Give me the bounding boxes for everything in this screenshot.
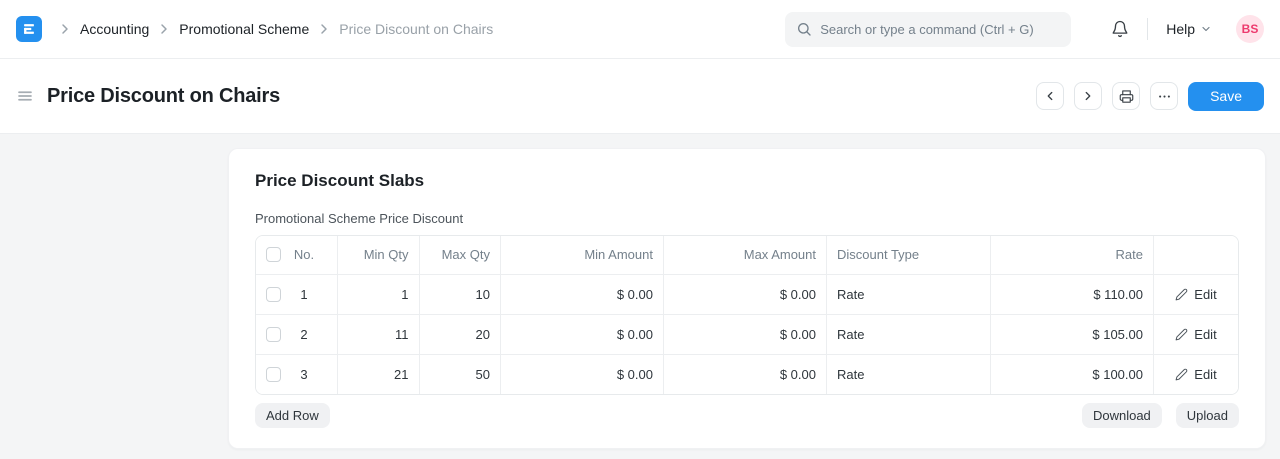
chevron-right-icon bbox=[1081, 89, 1095, 103]
cell-rate[interactable]: $ 100.00 bbox=[990, 354, 1153, 394]
row-index: 2 bbox=[281, 327, 327, 342]
breadcrumb: Accounting Promotional Scheme Price Disc… bbox=[50, 21, 493, 37]
cell-discount-type[interactable]: Rate bbox=[827, 274, 991, 314]
cell-rate[interactable]: $ 105.00 bbox=[990, 314, 1153, 354]
user-avatar[interactable]: BS bbox=[1236, 15, 1264, 43]
cell-min-amount[interactable]: $ 0.00 bbox=[501, 354, 664, 394]
column-header-max-qty: Max Qty bbox=[419, 236, 501, 274]
grid-footer: Add Row Download Upload bbox=[255, 403, 1239, 428]
bell-icon bbox=[1111, 20, 1129, 38]
more-options-button[interactable] bbox=[1150, 82, 1178, 110]
table-row: 1 1 10 $ 0.00 $ 0.00 Rate $ 110.00 bbox=[256, 274, 1238, 314]
cell-discount-type[interactable]: Rate bbox=[827, 354, 991, 394]
column-header-max-amount: Max Amount bbox=[664, 236, 827, 274]
add-row-button[interactable]: Add Row bbox=[255, 403, 330, 428]
save-button[interactable]: Save bbox=[1188, 82, 1264, 111]
price-discount-grid: No. Min Qty Max Qty Min Amount Max Amoun… bbox=[255, 235, 1239, 395]
cell-min-qty[interactable]: 1 bbox=[338, 274, 420, 314]
row-index: 3 bbox=[281, 367, 327, 382]
page-content: Price Discount Slabs Promotional Scheme … bbox=[0, 134, 1280, 449]
help-label: Help bbox=[1166, 21, 1195, 37]
search-input[interactable] bbox=[820, 22, 1060, 37]
cell-max-amount[interactable]: $ 0.00 bbox=[664, 354, 827, 394]
cell-min-amount[interactable]: $ 0.00 bbox=[501, 274, 664, 314]
page-header-actions: Save bbox=[1036, 82, 1264, 111]
chevron-left-icon bbox=[1043, 89, 1057, 103]
printer-icon bbox=[1119, 89, 1134, 104]
column-header-no: No. bbox=[281, 247, 327, 262]
edit-row-button[interactable]: Edit bbox=[1171, 325, 1220, 344]
download-button[interactable]: Download bbox=[1082, 403, 1162, 428]
upload-button[interactable]: Upload bbox=[1176, 403, 1239, 428]
section-title: Price Discount Slabs bbox=[255, 171, 1239, 191]
chevron-down-icon bbox=[1200, 23, 1212, 35]
row-checkbox[interactable] bbox=[266, 287, 281, 302]
print-button[interactable] bbox=[1112, 82, 1140, 110]
menu-icon bbox=[16, 87, 34, 105]
top-navbar: Accounting Promotional Scheme Price Disc… bbox=[0, 0, 1280, 59]
pencil-icon bbox=[1175, 288, 1188, 301]
page-header: Price Discount on Chairs Save bbox=[0, 59, 1280, 134]
row-index: 1 bbox=[281, 287, 327, 302]
price-discount-slabs-card: Price Discount Slabs Promotional Scheme … bbox=[228, 148, 1266, 449]
column-header-min-amount: Min Amount bbox=[501, 236, 664, 274]
previous-document-button[interactable] bbox=[1036, 82, 1064, 110]
grid-header-row: No. Min Qty Max Qty Min Amount Max Amoun… bbox=[256, 236, 1238, 274]
cell-min-qty[interactable]: 11 bbox=[338, 314, 420, 354]
search-icon bbox=[796, 21, 812, 37]
cell-rate[interactable]: $ 110.00 bbox=[990, 274, 1153, 314]
navbar-right: Help BS bbox=[785, 12, 1264, 47]
select-all-checkbox[interactable] bbox=[266, 247, 281, 262]
breadcrumb-current: Price Discount on Chairs bbox=[339, 21, 493, 37]
column-header-edit bbox=[1153, 236, 1238, 274]
sidebar-toggle-button[interactable] bbox=[16, 87, 34, 105]
edit-label: Edit bbox=[1194, 327, 1216, 342]
cell-min-qty[interactable]: 21 bbox=[338, 354, 420, 394]
breadcrumb-accounting[interactable]: Accounting bbox=[80, 21, 149, 37]
cell-max-qty[interactable]: 20 bbox=[419, 314, 501, 354]
cell-max-qty[interactable]: 10 bbox=[419, 274, 501, 314]
cell-discount-type[interactable]: Rate bbox=[827, 314, 991, 354]
avatar-initials: BS bbox=[1242, 22, 1259, 36]
chevron-right-icon bbox=[316, 21, 332, 37]
next-document-button[interactable] bbox=[1074, 82, 1102, 110]
table-row: 3 21 50 $ 0.00 $ 0.00 Rate $ 100.00 bbox=[256, 354, 1238, 394]
pencil-icon bbox=[1175, 368, 1188, 381]
cell-max-amount[interactable]: $ 0.00 bbox=[664, 314, 827, 354]
row-checkbox[interactable] bbox=[266, 367, 281, 382]
chevron-right-icon bbox=[57, 21, 73, 37]
ellipsis-icon bbox=[1157, 89, 1172, 104]
edit-row-button[interactable]: Edit bbox=[1171, 365, 1220, 384]
edit-label: Edit bbox=[1194, 287, 1216, 302]
column-header-discount-type: Discount Type bbox=[827, 236, 991, 274]
cell-max-qty[interactable]: 50 bbox=[419, 354, 501, 394]
breadcrumb-promotional-scheme[interactable]: Promotional Scheme bbox=[179, 21, 309, 37]
row-checkbox[interactable] bbox=[266, 327, 281, 342]
edit-label: Edit bbox=[1194, 367, 1216, 382]
edit-row-button[interactable]: Edit bbox=[1171, 285, 1220, 304]
column-header-rate: Rate bbox=[990, 236, 1153, 274]
table-row: 2 11 20 $ 0.00 $ 0.00 Rate $ 105.00 bbox=[256, 314, 1238, 354]
cell-max-amount[interactable]: $ 0.00 bbox=[664, 274, 827, 314]
chevron-right-icon bbox=[156, 21, 172, 37]
column-header-min-qty: Min Qty bbox=[338, 236, 420, 274]
help-menu-button[interactable]: Help bbox=[1166, 21, 1212, 37]
erpnext-logo-icon bbox=[21, 21, 37, 37]
grid-field-label: Promotional Scheme Price Discount bbox=[255, 211, 1239, 226]
page-title: Price Discount on Chairs bbox=[47, 85, 280, 108]
navbar-divider bbox=[1147, 18, 1148, 40]
notifications-button[interactable] bbox=[1111, 20, 1129, 38]
pencil-icon bbox=[1175, 328, 1188, 341]
cell-min-amount[interactable]: $ 0.00 bbox=[501, 314, 664, 354]
app-logo[interactable] bbox=[16, 16, 42, 42]
global-search[interactable] bbox=[785, 12, 1071, 47]
